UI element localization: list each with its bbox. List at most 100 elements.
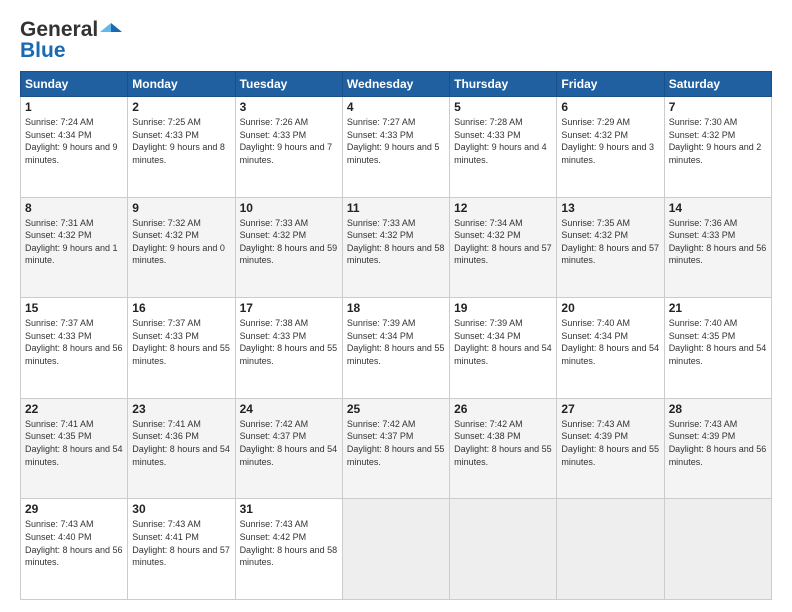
day-number: 5: [454, 100, 552, 114]
day-number: 24: [240, 402, 338, 416]
day-number: 9: [132, 201, 230, 215]
logo: General Blue: [20, 18, 122, 63]
day-info: Sunrise: 7:33 AM Sunset: 4:32 PM Dayligh…: [347, 217, 445, 267]
calendar-cell: 15 Sunrise: 7:37 AM Sunset: 4:33 PM Dayl…: [21, 298, 128, 399]
calendar-cell: 30 Sunrise: 7:43 AM Sunset: 4:41 PM Dayl…: [128, 499, 235, 600]
day-number: 2: [132, 100, 230, 114]
day-info: Sunrise: 7:26 AM Sunset: 4:33 PM Dayligh…: [240, 116, 338, 166]
calendar-cell: 11 Sunrise: 7:33 AM Sunset: 4:32 PM Dayl…: [342, 197, 449, 298]
day-number: 8: [25, 201, 123, 215]
calendar-cell: 23 Sunrise: 7:41 AM Sunset: 4:36 PM Dayl…: [128, 398, 235, 499]
calendar-cell: [342, 499, 449, 600]
calendar-cell: [557, 499, 664, 600]
day-number: 27: [561, 402, 659, 416]
day-info: Sunrise: 7:33 AM Sunset: 4:32 PM Dayligh…: [240, 217, 338, 267]
day-info: Sunrise: 7:40 AM Sunset: 4:34 PM Dayligh…: [561, 317, 659, 367]
day-info: Sunrise: 7:37 AM Sunset: 4:33 PM Dayligh…: [132, 317, 230, 367]
logo-bird-icon: [100, 21, 122, 39]
day-info: Sunrise: 7:43 AM Sunset: 4:39 PM Dayligh…: [561, 418, 659, 468]
calendar-cell: 13 Sunrise: 7:35 AM Sunset: 4:32 PM Dayl…: [557, 197, 664, 298]
day-info: Sunrise: 7:36 AM Sunset: 4:33 PM Dayligh…: [669, 217, 767, 267]
day-number: 6: [561, 100, 659, 114]
day-info: Sunrise: 7:41 AM Sunset: 4:36 PM Dayligh…: [132, 418, 230, 468]
calendar-cell: 25 Sunrise: 7:42 AM Sunset: 4:37 PM Dayl…: [342, 398, 449, 499]
col-thursday: Thursday: [450, 72, 557, 97]
page: General Blue Sunday Monday Tuesday Wedne…: [0, 0, 792, 612]
day-number: 16: [132, 301, 230, 315]
calendar-cell: 17 Sunrise: 7:38 AM Sunset: 4:33 PM Dayl…: [235, 298, 342, 399]
day-info: Sunrise: 7:43 AM Sunset: 4:40 PM Dayligh…: [25, 518, 123, 568]
day-info: Sunrise: 7:43 AM Sunset: 4:41 PM Dayligh…: [132, 518, 230, 568]
day-number: 14: [669, 201, 767, 215]
day-info: Sunrise: 7:42 AM Sunset: 4:37 PM Dayligh…: [347, 418, 445, 468]
day-number: 3: [240, 100, 338, 114]
day-info: Sunrise: 7:27 AM Sunset: 4:33 PM Dayligh…: [347, 116, 445, 166]
day-number: 30: [132, 502, 230, 516]
calendar-header-row: Sunday Monday Tuesday Wednesday Thursday…: [21, 72, 772, 97]
calendar-cell: 14 Sunrise: 7:36 AM Sunset: 4:33 PM Dayl…: [664, 197, 771, 298]
day-number: 25: [347, 402, 445, 416]
calendar-week-row: 29 Sunrise: 7:43 AM Sunset: 4:40 PM Dayl…: [21, 499, 772, 600]
calendar-cell: 3 Sunrise: 7:26 AM Sunset: 4:33 PM Dayli…: [235, 97, 342, 198]
calendar-cell: [450, 499, 557, 600]
day-number: 26: [454, 402, 552, 416]
day-info: Sunrise: 7:30 AM Sunset: 4:32 PM Dayligh…: [669, 116, 767, 166]
day-info: Sunrise: 7:25 AM Sunset: 4:33 PM Dayligh…: [132, 116, 230, 166]
calendar-cell: 21 Sunrise: 7:40 AM Sunset: 4:35 PM Dayl…: [664, 298, 771, 399]
day-number: 20: [561, 301, 659, 315]
day-info: Sunrise: 7:29 AM Sunset: 4:32 PM Dayligh…: [561, 116, 659, 166]
calendar-cell: 7 Sunrise: 7:30 AM Sunset: 4:32 PM Dayli…: [664, 97, 771, 198]
day-number: 19: [454, 301, 552, 315]
day-number: 11: [347, 201, 445, 215]
calendar-cell: 9 Sunrise: 7:32 AM Sunset: 4:32 PM Dayli…: [128, 197, 235, 298]
day-number: 29: [25, 502, 123, 516]
calendar-cell: 4 Sunrise: 7:27 AM Sunset: 4:33 PM Dayli…: [342, 97, 449, 198]
calendar-week-row: 15 Sunrise: 7:37 AM Sunset: 4:33 PM Dayl…: [21, 298, 772, 399]
day-number: 13: [561, 201, 659, 215]
day-number: 12: [454, 201, 552, 215]
calendar-cell: 2 Sunrise: 7:25 AM Sunset: 4:33 PM Dayli…: [128, 97, 235, 198]
day-number: 18: [347, 301, 445, 315]
day-info: Sunrise: 7:40 AM Sunset: 4:35 PM Dayligh…: [669, 317, 767, 367]
day-number: 15: [25, 301, 123, 315]
col-saturday: Saturday: [664, 72, 771, 97]
day-info: Sunrise: 7:39 AM Sunset: 4:34 PM Dayligh…: [454, 317, 552, 367]
day-info: Sunrise: 7:42 AM Sunset: 4:37 PM Dayligh…: [240, 418, 338, 468]
calendar-cell: 16 Sunrise: 7:37 AM Sunset: 4:33 PM Dayl…: [128, 298, 235, 399]
day-number: 1: [25, 100, 123, 114]
col-sunday: Sunday: [21, 72, 128, 97]
day-info: Sunrise: 7:24 AM Sunset: 4:34 PM Dayligh…: [25, 116, 123, 166]
day-info: Sunrise: 7:34 AM Sunset: 4:32 PM Dayligh…: [454, 217, 552, 267]
calendar-week-row: 1 Sunrise: 7:24 AM Sunset: 4:34 PM Dayli…: [21, 97, 772, 198]
day-info: Sunrise: 7:41 AM Sunset: 4:35 PM Dayligh…: [25, 418, 123, 468]
calendar-table: Sunday Monday Tuesday Wednesday Thursday…: [20, 71, 772, 600]
col-monday: Monday: [128, 72, 235, 97]
day-info: Sunrise: 7:28 AM Sunset: 4:33 PM Dayligh…: [454, 116, 552, 166]
col-tuesday: Tuesday: [235, 72, 342, 97]
day-info: Sunrise: 7:35 AM Sunset: 4:32 PM Dayligh…: [561, 217, 659, 267]
day-number: 17: [240, 301, 338, 315]
calendar-cell: 12 Sunrise: 7:34 AM Sunset: 4:32 PM Dayl…: [450, 197, 557, 298]
calendar-cell: 20 Sunrise: 7:40 AM Sunset: 4:34 PM Dayl…: [557, 298, 664, 399]
day-number: 31: [240, 502, 338, 516]
calendar-cell: 28 Sunrise: 7:43 AM Sunset: 4:39 PM Dayl…: [664, 398, 771, 499]
day-number: 28: [669, 402, 767, 416]
calendar-week-row: 8 Sunrise: 7:31 AM Sunset: 4:32 PM Dayli…: [21, 197, 772, 298]
calendar-cell: 10 Sunrise: 7:33 AM Sunset: 4:32 PM Dayl…: [235, 197, 342, 298]
day-number: 22: [25, 402, 123, 416]
day-info: Sunrise: 7:31 AM Sunset: 4:32 PM Dayligh…: [25, 217, 123, 267]
calendar-cell: 29 Sunrise: 7:43 AM Sunset: 4:40 PM Dayl…: [21, 499, 128, 600]
day-info: Sunrise: 7:37 AM Sunset: 4:33 PM Dayligh…: [25, 317, 123, 367]
day-number: 23: [132, 402, 230, 416]
day-info: Sunrise: 7:43 AM Sunset: 4:42 PM Dayligh…: [240, 518, 338, 568]
calendar-cell: 18 Sunrise: 7:39 AM Sunset: 4:34 PM Dayl…: [342, 298, 449, 399]
day-info: Sunrise: 7:38 AM Sunset: 4:33 PM Dayligh…: [240, 317, 338, 367]
day-info: Sunrise: 7:32 AM Sunset: 4:32 PM Dayligh…: [132, 217, 230, 267]
col-wednesday: Wednesday: [342, 72, 449, 97]
calendar-cell: 5 Sunrise: 7:28 AM Sunset: 4:33 PM Dayli…: [450, 97, 557, 198]
calendar-cell: [664, 499, 771, 600]
day-info: Sunrise: 7:39 AM Sunset: 4:34 PM Dayligh…: [347, 317, 445, 367]
day-number: 21: [669, 301, 767, 315]
calendar-cell: 1 Sunrise: 7:24 AM Sunset: 4:34 PM Dayli…: [21, 97, 128, 198]
day-number: 10: [240, 201, 338, 215]
